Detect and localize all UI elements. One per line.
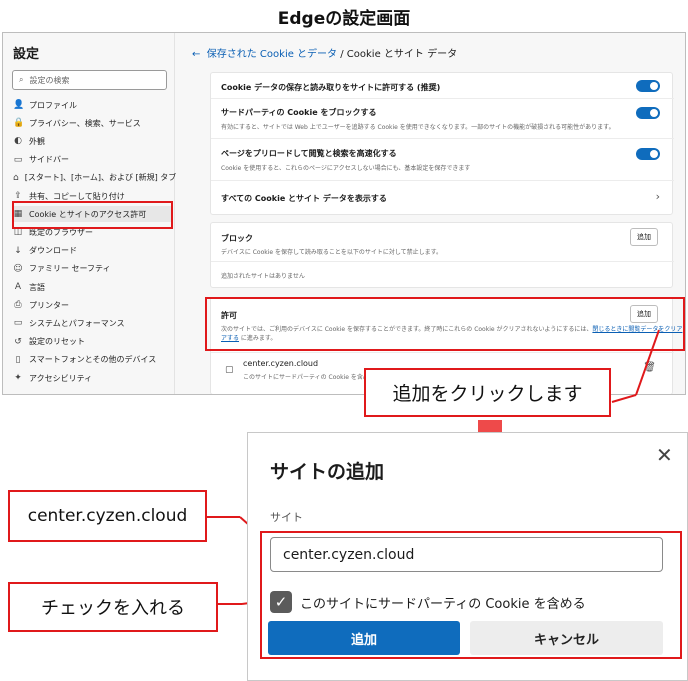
callout-site-value: center.cyzen.cloud [8, 490, 207, 542]
dialog-title: サイトの追加 [270, 461, 385, 483]
callout-click-add: 追加をクリックします [364, 368, 611, 417]
connector-line [611, 394, 637, 403]
connector-line [635, 329, 660, 396]
callout-check: チェックを入れる [8, 582, 218, 632]
site-label: サイト [270, 511, 303, 524]
dialog-input-highlight [260, 531, 682, 659]
close-icon[interactable]: ✕ [656, 443, 673, 467]
